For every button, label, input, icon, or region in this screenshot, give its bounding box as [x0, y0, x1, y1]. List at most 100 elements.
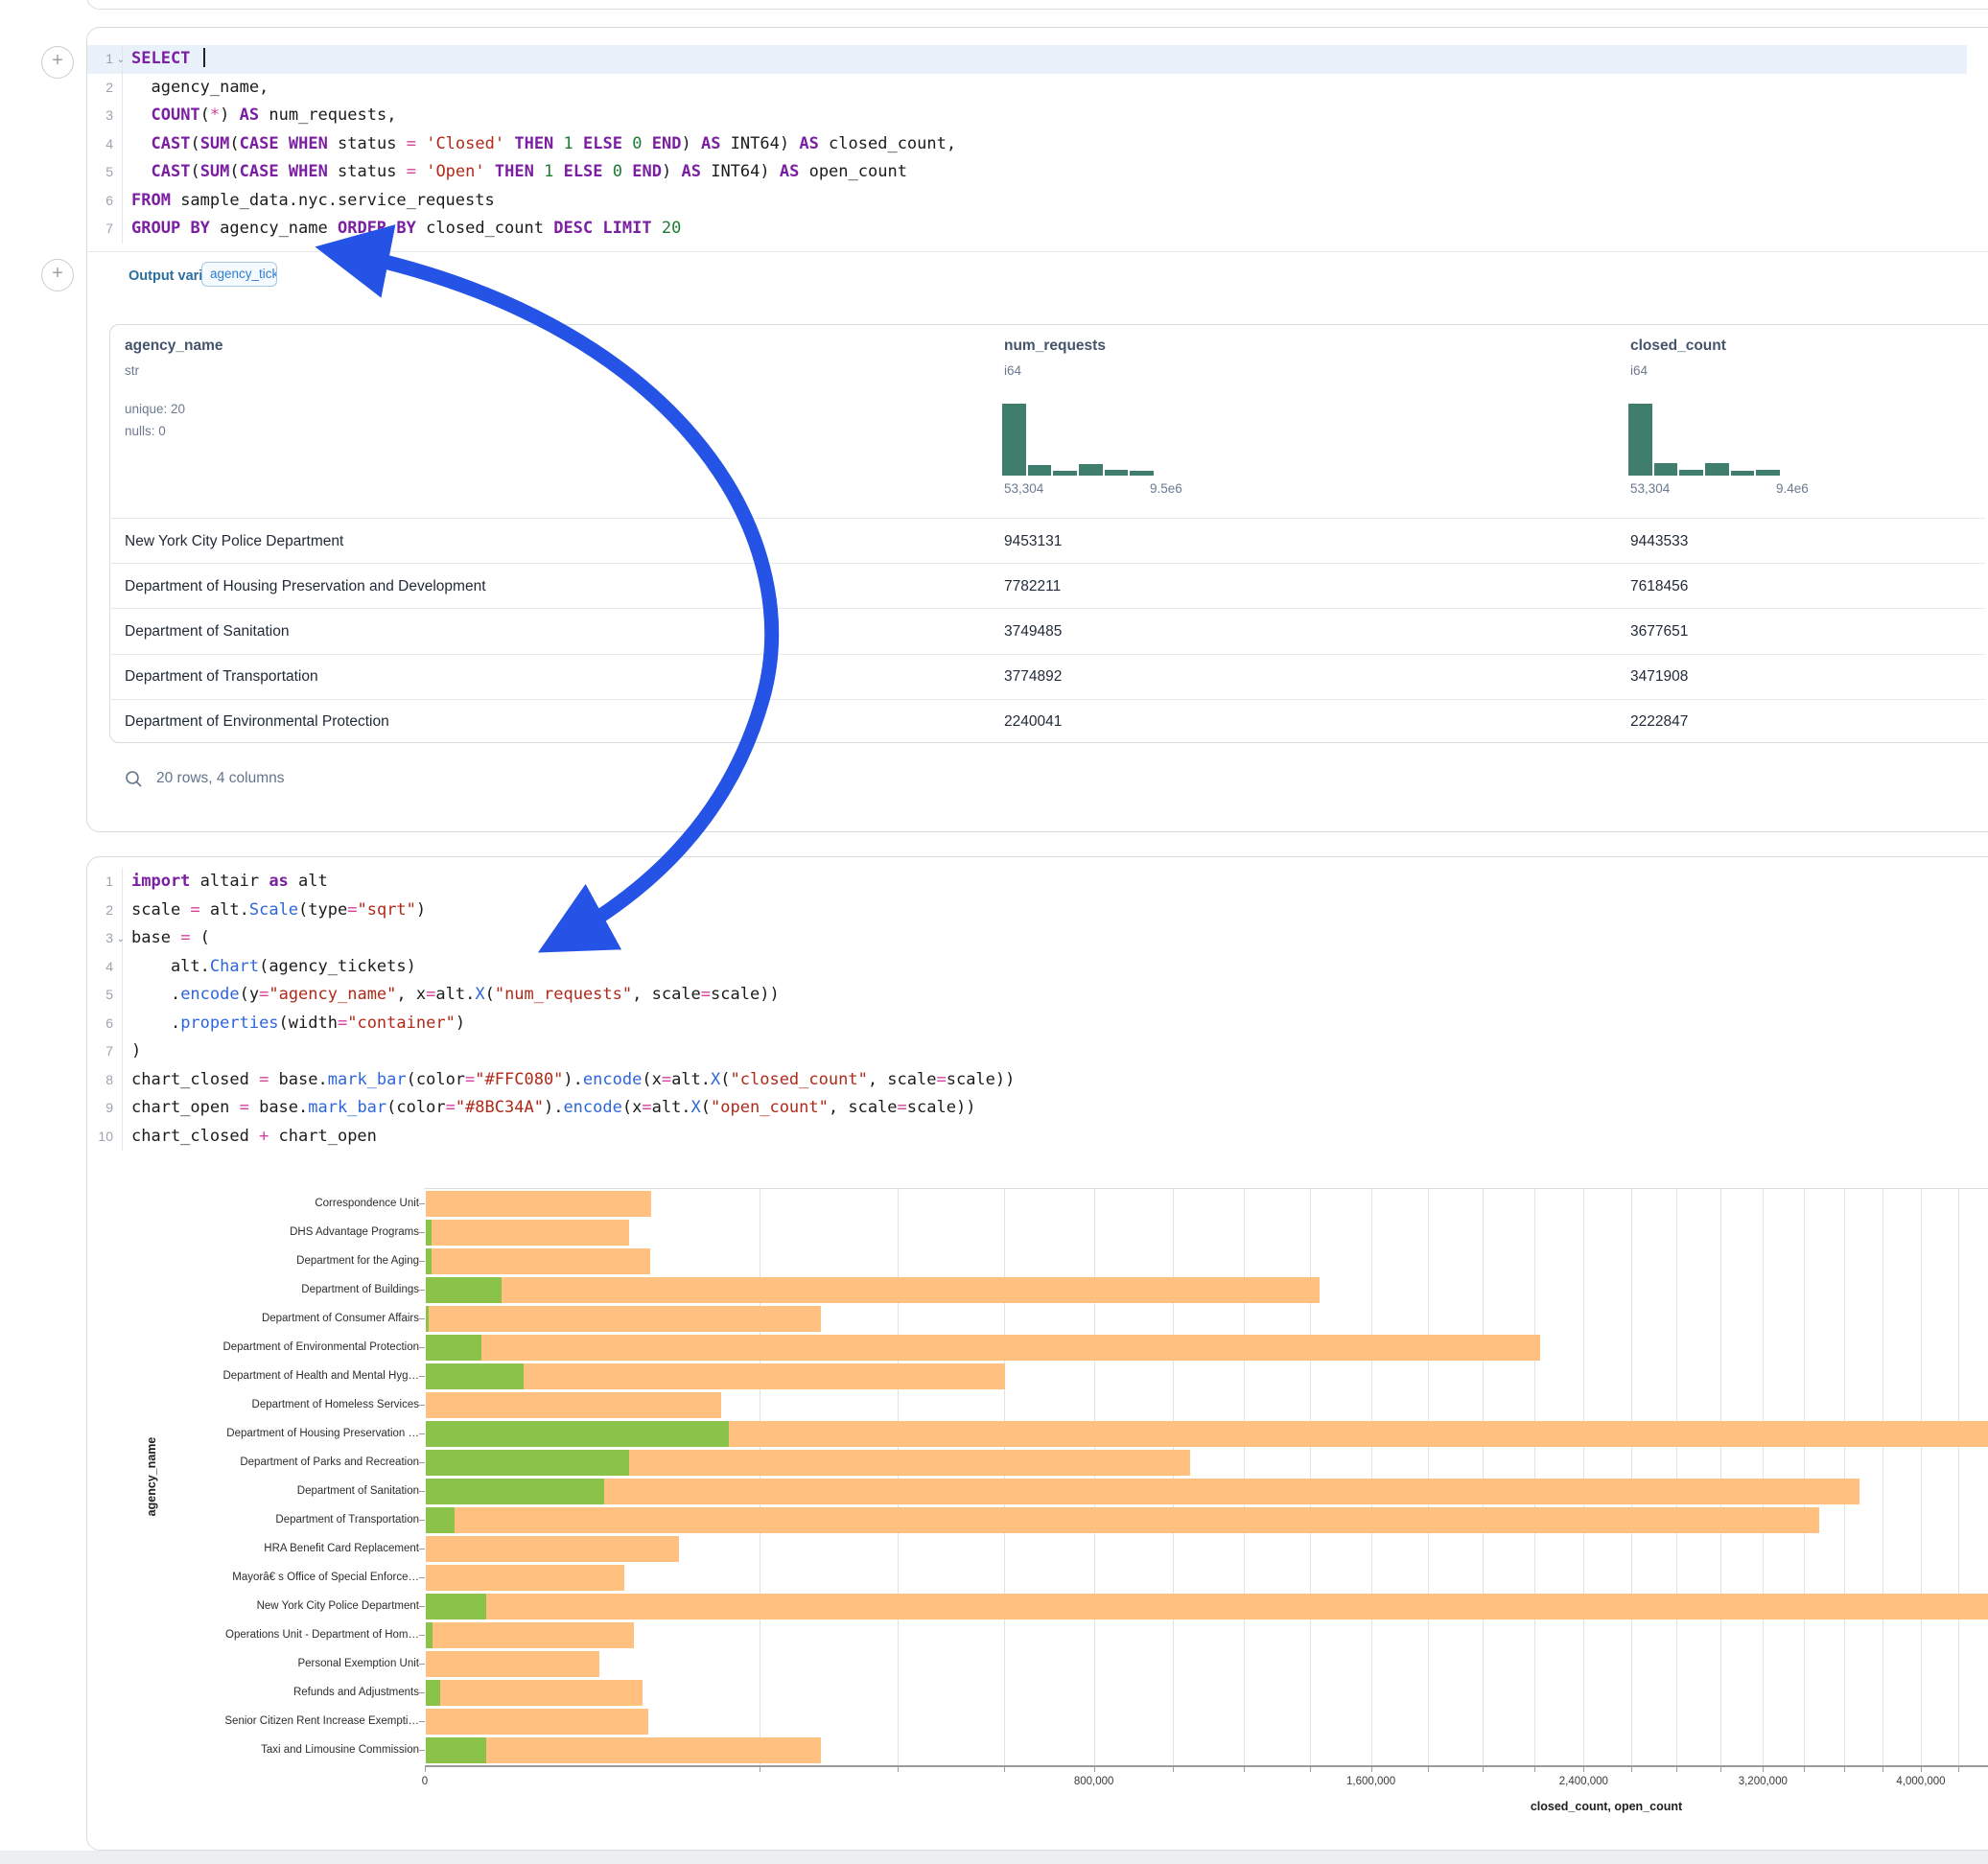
- code-text: CAST(SUM(CASE WHEN status = 'Closed' THE…: [122, 130, 1967, 159]
- page-bottom-strip: [0, 1851, 1988, 1864]
- histogram-bar: [1129, 470, 1155, 476]
- column-type: i64: [1004, 363, 1021, 378]
- column-type: i64: [1630, 363, 1648, 378]
- sql-line[interactable]: 7GROUP BY agency_name ORDER BY closed_co…: [87, 215, 1967, 244]
- sql-line[interactable]: 5 CAST(SUM(CASE WHEN status = 'Open' THE…: [87, 158, 1967, 187]
- sql-line[interactable]: 6FROM sample_data.nyc.service_requests: [87, 187, 1967, 216]
- code-text: COUNT(*) AS num_requests,: [122, 102, 1967, 130]
- sql-line[interactable]: 2 agency_name,: [87, 74, 1967, 103]
- search-icon[interactable]: [125, 770, 143, 788]
- table-row[interactable]: Department of Environmental Protection 22…: [109, 699, 1985, 743]
- add-cell-button-middle[interactable]: +: [41, 259, 74, 291]
- table-row[interactable]: Department of Housing Preservation and D…: [109, 563, 1985, 609]
- histogram-bar: [1678, 469, 1704, 476]
- cell-num_requests: 9453131: [1004, 533, 1062, 550]
- table-row[interactable]: Department of Transportation377489234719…: [109, 654, 1985, 700]
- row-count-label: 20 rows, 4 columns: [156, 770, 285, 787]
- line-number: 7: [87, 1037, 122, 1066]
- python-line[interactable]: 9chart_open = base.mark_bar(color="#8BC3…: [87, 1094, 1967, 1123]
- python-line[interactable]: 2scale = alt.Scale(type="sqrt"): [87, 897, 1967, 925]
- histogram-bar: [1755, 469, 1781, 476]
- cell-closed_count: 3677651: [1630, 623, 1688, 641]
- sql-line[interactable]: 3 COUNT(*) AS num_requests,: [87, 102, 1967, 130]
- text-cursor: [203, 48, 205, 67]
- histogram-max-label: 9.4e6: [1776, 481, 1809, 496]
- sql-line[interactable]: 4 CAST(SUM(CASE WHEN status = 'Closed' T…: [87, 130, 1967, 159]
- code-text: FROM sample_data.nyc.service_requests: [122, 187, 1967, 216]
- output-divider: [87, 251, 1988, 252]
- histogram-bar: [1104, 469, 1130, 476]
- fold-chevron-icon[interactable]: ⌄: [117, 46, 125, 75]
- fold-chevron-icon[interactable]: ⌄: [117, 925, 125, 954]
- cell-agency_name: Department of Sanitation: [125, 623, 289, 641]
- code-text: .encode(y="agency_name", x=alt.X("num_re…: [122, 981, 1967, 1010]
- histogram-bar: [1704, 462, 1730, 476]
- code-text: agency_name,: [122, 74, 1967, 103]
- line-number: 1⌄: [87, 45, 122, 74]
- histogram-bar: [1730, 470, 1756, 476]
- line-number: 5: [87, 981, 122, 1010]
- cell-num_requests: 2240041: [1004, 713, 1062, 731]
- column-type: str: [125, 363, 139, 378]
- code-text: base = (: [122, 924, 1967, 953]
- histogram-max-label: 9.5e6: [1150, 481, 1182, 496]
- code-text: alt.Chart(agency_tickets): [122, 953, 1967, 982]
- table-footer: 20 rows, 4 columns: [125, 767, 285, 790]
- cell-num_requests: 7782211: [1004, 578, 1061, 595]
- column-header[interactable]: num_requests: [1004, 338, 1106, 355]
- output-variable-badge[interactable]: agency_tickets: [201, 262, 277, 287]
- line-number: 3: [87, 102, 122, 130]
- cell-agency_name: Department of Transportation: [125, 668, 318, 686]
- line-number: 4: [87, 130, 122, 159]
- cell-closed_count: 7618456: [1630, 578, 1688, 595]
- code-text: scale = alt.Scale(type="sqrt"): [122, 897, 1967, 925]
- line-number: 6: [87, 187, 122, 216]
- code-text: CAST(SUM(CASE WHEN status = 'Open' THEN …: [122, 158, 1967, 187]
- cell-closed_count: 2222847: [1630, 713, 1688, 731]
- sql-code-editor[interactable]: 1⌄SELECT 2 agency_name,3 COUNT(*) AS num…: [87, 45, 1967, 244]
- cell-num_requests: 3774892: [1004, 668, 1062, 686]
- add-cell-button-top[interactable]: +: [41, 46, 74, 79]
- column-header[interactable]: closed_count: [1630, 338, 1726, 355]
- line-number: 4: [87, 953, 122, 982]
- line-number: 3⌄: [87, 924, 122, 953]
- cell-closed_count: 9443533: [1630, 533, 1688, 550]
- histogram-bar: [1027, 464, 1053, 476]
- histogram-bar: [1653, 462, 1679, 476]
- code-text: .properties(width="container"): [122, 1010, 1967, 1038]
- python-line[interactable]: 8chart_closed = base.mark_bar(color="#FF…: [87, 1066, 1967, 1095]
- histogram-bar: [1627, 403, 1653, 476]
- cell-agency_name: Department of Housing Preservation and D…: [125, 578, 486, 595]
- code-text: chart_closed = base.mark_bar(color="#FFC…: [122, 1066, 1967, 1095]
- table-row[interactable]: New York City Police Department 9453131 94…: [109, 518, 1985, 564]
- python-line[interactable]: 5 .encode(y="agency_name", x=alt.X("num_…: [87, 981, 1967, 1010]
- python-line[interactable]: 7): [87, 1037, 1967, 1066]
- code-text: import altair as alt: [122, 868, 1967, 897]
- python-line[interactable]: 3⌄base = (: [87, 924, 1967, 953]
- table-row[interactable]: Department of Sanitation 3749485 3677651: [109, 608, 1985, 654]
- python-line[interactable]: 4 alt.Chart(agency_tickets): [87, 953, 1967, 982]
- code-text: GROUP BY agency_name ORDER BY closed_cou…: [122, 215, 1967, 244]
- code-text: chart_open = base.mark_bar(color="#8BC34…: [122, 1094, 1967, 1123]
- cell-agency_name: Department of Environmental Protection: [125, 713, 389, 731]
- code-text: ): [122, 1037, 1967, 1066]
- line-number: 6: [87, 1010, 122, 1038]
- cell-agency_name: New York City Police Department: [125, 533, 343, 550]
- sql-line[interactable]: 1⌄SELECT: [87, 45, 1967, 74]
- histogram-bar: [1052, 470, 1078, 476]
- column-header[interactable]: agency_name: [125, 338, 223, 355]
- line-number: 8: [87, 1066, 122, 1095]
- result-table: agency_namestr unique: 20 nulls: 0 num_requ…: [109, 324, 1985, 743]
- line-number: 10: [87, 1123, 122, 1152]
- line-number: 5: [87, 158, 122, 187]
- column-stat: unique: 20: [125, 402, 185, 416]
- histogram-min-label: 53,304: [1004, 481, 1043, 496]
- column-histogram: [1627, 403, 1781, 476]
- python-line[interactable]: 10chart_closed + chart_open: [87, 1123, 1967, 1152]
- python-line[interactable]: 1import altair as alt: [87, 868, 1967, 897]
- line-number: 2: [87, 897, 122, 925]
- python-line[interactable]: 6 .properties(width="container"): [87, 1010, 1967, 1038]
- cell-num_requests: 3749485: [1004, 623, 1062, 641]
- column-stat: nulls: 0: [125, 424, 166, 438]
- python-code-editor[interactable]: 1import altair as alt2scale = alt.Scale(…: [87, 868, 1967, 1151]
